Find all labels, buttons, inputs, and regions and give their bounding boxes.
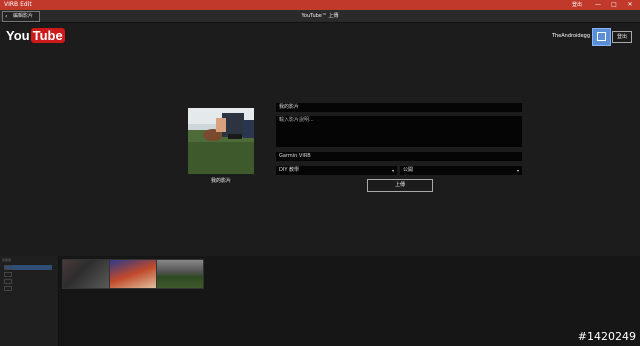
upload-button[interactable]: 上傳 (367, 179, 433, 192)
library-tree-item[interactable] (4, 265, 52, 270)
user-icon (597, 32, 606, 41)
media-library-panel: 媒體庫 (0, 256, 640, 346)
folder-icon (4, 279, 12, 284)
library-tree-item[interactable] (4, 286, 14, 291)
category-select[interactable]: DIY 教學 ▾ (276, 166, 397, 175)
library-tree-item[interactable] (4, 272, 14, 277)
media-clip[interactable] (109, 259, 157, 289)
video-tags-input[interactable]: Garmin VIRB (276, 152, 522, 161)
thumbnail-caption: 我的影片 (210, 178, 231, 184)
category-value: DIY 教學 (279, 167, 299, 173)
video-title-input[interactable]: 我的影片 (276, 103, 522, 112)
logo-tube-text: Tube (30, 28, 65, 43)
maximize-icon[interactable]: □ (608, 0, 620, 10)
video-thumbnail-image (188, 108, 254, 174)
chevron-down-icon: ▾ (391, 168, 394, 173)
minimize-icon[interactable]: — (592, 0, 604, 10)
folder-icon (4, 272, 12, 277)
avatar[interactable] (592, 28, 611, 46)
library-header: 媒體庫 (2, 258, 12, 262)
close-icon[interactable]: ✕ (624, 0, 636, 10)
toolbar: ‹ 編輯影片 YouTube™ 上傳 (0, 10, 640, 23)
media-clip[interactable] (156, 259, 204, 289)
library-tree-item[interactable] (4, 279, 14, 284)
titlebar-sign-out-link[interactable]: 登出 (572, 0, 582, 10)
privacy-select[interactable]: 公開 ▾ (400, 166, 522, 175)
logo-you-text: You (6, 28, 30, 43)
privacy-value: 公開 (403, 167, 414, 173)
youtube-logo: You Tube (6, 28, 65, 44)
title-bar: VIRB Edit 登出 — □ ✕ (0, 0, 640, 10)
media-clip[interactable] (62, 259, 110, 289)
video-description-input[interactable]: 輸入影片說明... (276, 116, 522, 147)
watermark: #1420249 (577, 330, 636, 343)
logout-button[interactable]: 登出 (612, 31, 632, 43)
video-thumbnail (188, 108, 254, 174)
page-title: YouTube™ 上傳 (301, 13, 339, 19)
app-title: VIRB Edit (4, 1, 32, 8)
folder-icon (4, 286, 12, 291)
library-sidebar: 媒體庫 (0, 256, 59, 346)
chevron-down-icon: ▾ (516, 168, 519, 173)
folder-icon (4, 265, 12, 270)
account-username: TheAndroidegg (551, 33, 590, 39)
